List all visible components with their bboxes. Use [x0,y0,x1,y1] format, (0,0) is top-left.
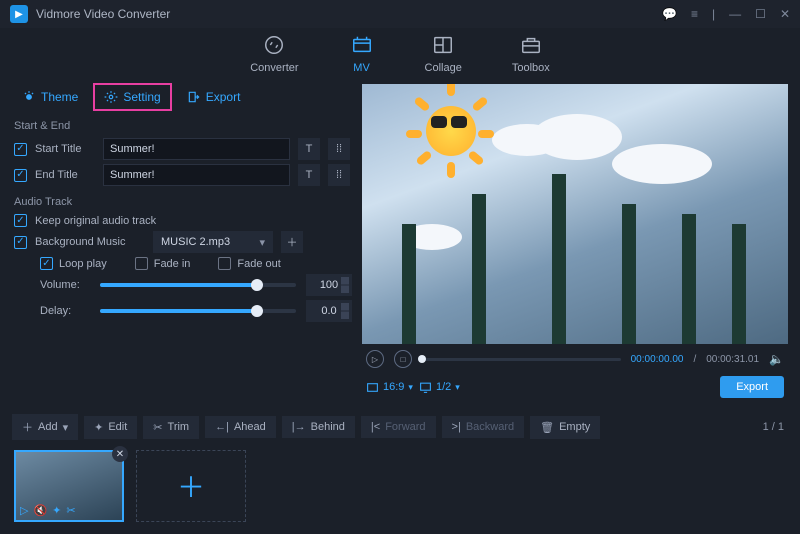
section-audio-track: Audio Track [12,196,352,208]
add-clip-thumbnail[interactable]: ＋ [136,450,246,522]
settings-panel: Theme Setting Export Start & End Start T… [12,84,352,404]
app-logo-icon: ▶ [10,5,28,23]
tab-theme[interactable]: Theme [12,84,88,110]
forward-icon: |< [371,421,380,433]
checkbox-fade-in[interactable] [135,257,148,270]
forward-button[interactable]: |<Forward [361,416,436,438]
screen-icon [419,381,432,394]
edit-button[interactable]: ✦Edit [84,416,137,439]
aspect-icon [366,381,379,394]
clip-toolbar: ＋Add▾ ✦Edit ✂Trim ←|Ahead |→Behind |<For… [0,404,800,446]
theme-icon [22,90,36,104]
aspect-ratio-dropdown[interactable]: 16:9 [366,381,413,394]
scissors-icon: ✂ [153,421,162,434]
mv-icon [349,32,375,58]
toolbox-icon [518,32,544,58]
screen-scale-dropdown[interactable]: 1/2 [419,381,460,394]
wand-icon: ✦ [94,421,103,434]
backward-icon: >| [452,421,461,433]
volume-value[interactable]: 100 [306,274,352,296]
stop-button[interactable]: □ [394,350,412,368]
time-total: 00:00:31.01 [706,354,759,365]
divider: | [712,7,715,21]
menu-icon[interactable]: ≡ [691,7,698,21]
thumb-trim-icon[interactable]: ✂ [66,504,75,517]
feedback-icon[interactable]: 💬 [662,7,677,21]
keep-original-label: Keep original audio track [35,215,156,227]
ahead-button[interactable]: ←|Ahead [205,416,276,438]
add-button[interactable]: ＋Add▾ [12,414,78,440]
delay-value[interactable]: 0.0 [306,300,352,322]
tab-setting[interactable]: Setting [94,84,170,110]
plus-icon: ＋ [22,419,33,435]
checkbox-fade-out[interactable] [218,257,231,270]
trash-icon: 🗑 [540,421,554,434]
delay-label: Delay: [40,305,90,317]
preview-panel: ▷ □ 00:00:00.00/00:00:31.01 🔈 16:9 1/2 E… [362,84,788,404]
seek-bar[interactable] [422,358,621,361]
end-title-input[interactable] [103,164,290,186]
sun-sticker [412,92,490,170]
close-icon[interactable]: ✕ [780,7,790,21]
app-title: Vidmore Video Converter [36,7,662,21]
maximize-icon[interactable]: ☐ [755,7,766,21]
thumb-mute-icon[interactable]: 🔇 [33,504,47,517]
ahead-icon: ←| [215,421,229,433]
volume-icon[interactable]: 🔈 [769,352,784,366]
nav-converter[interactable]: Converter [250,32,298,74]
nav-collage[interactable]: Collage [425,32,462,74]
backward-button[interactable]: >|Backward [442,416,525,438]
nav-toolbox[interactable]: Toolbox [512,32,550,74]
clip-thumbnails: ✕ ▷ 🔇 ✦ ✂ ＋ [0,446,800,534]
start-title-input[interactable] [103,138,290,160]
titlebar: ▶ Vidmore Video Converter 💬 ≡ | — ☐ ✕ [0,0,800,28]
checkbox-start-title[interactable] [14,143,27,156]
volume-slider[interactable] [100,283,296,287]
bg-music-dropdown[interactable]: MUSIC 2.mp3 [153,231,273,253]
end-title-label: End Title [35,169,95,181]
remove-clip-icon[interactable]: ✕ [112,446,128,462]
collage-icon [430,32,456,58]
behind-button[interactable]: |→Behind [282,416,355,438]
video-preview [362,84,788,344]
start-title-label: Start Title [35,143,95,155]
thumb-play-icon[interactable]: ▷ [20,504,28,517]
section-start-end: Start & End [12,120,352,132]
empty-button[interactable]: 🗑Empty [530,416,600,439]
nav-mv[interactable]: MV [349,32,375,74]
export-button[interactable]: Export [720,376,784,398]
start-title-font-button[interactable]: T [298,138,320,160]
checkbox-end-title[interactable] [14,169,27,182]
top-nav: Converter MV Collage Toolbox [0,28,800,84]
end-title-dots-button[interactable]: ⁞⁞ [328,164,350,186]
page-indicator: 1 / 1 [763,421,788,433]
tab-export[interactable]: Export [177,84,251,110]
start-title-dots-button[interactable]: ⁞⁞ [328,138,350,160]
export-icon [187,90,201,104]
behind-icon: |→ [292,421,306,433]
clip-thumbnail[interactable]: ✕ ▷ 🔇 ✦ ✂ [14,450,124,522]
gear-icon [104,90,118,104]
checkbox-keep-original[interactable] [14,214,27,227]
bg-music-add-button[interactable]: ＋ [281,231,303,253]
delay-slider[interactable] [100,309,296,313]
volume-label: Volume: [40,279,90,291]
time-current: 00:00:00.00 [631,354,684,365]
chevron-down-icon: ▾ [63,421,69,434]
converter-icon [261,32,287,58]
trim-button[interactable]: ✂Trim [143,416,199,439]
thumb-edit-icon[interactable]: ✦ [52,504,61,517]
checkbox-bg-music[interactable] [14,236,27,249]
bg-music-label: Background Music [35,236,145,248]
end-title-font-button[interactable]: T [298,164,320,186]
minimize-icon[interactable]: — [729,7,741,21]
checkbox-loop[interactable] [40,257,53,270]
play-button[interactable]: ▷ [366,350,384,368]
